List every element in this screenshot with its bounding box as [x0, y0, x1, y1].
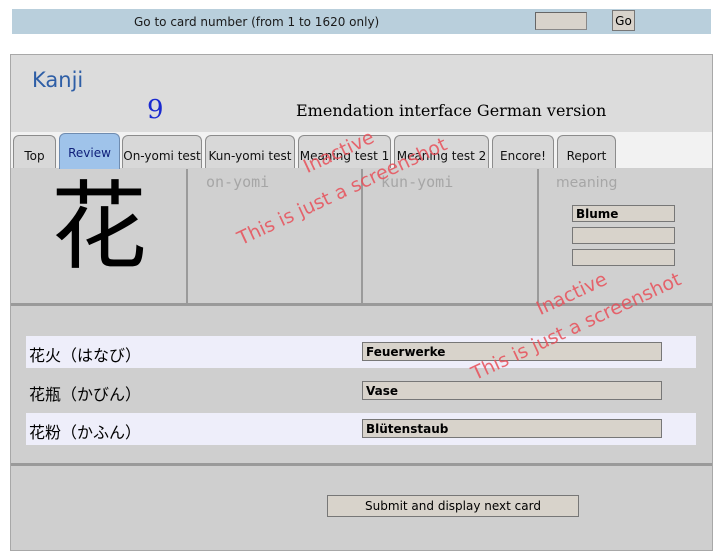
vocab-word: 花粉（かふん） — [29, 423, 142, 442]
interface-title: Emendation interface German version — [296, 101, 607, 120]
tab-on-yomi-test[interactable]: On-yomi test — [122, 135, 202, 168]
vocab-meaning-field[interactable]: Vase — [362, 381, 662, 400]
meaning-field-1[interactable]: Blume — [572, 205, 675, 222]
goto-label: Go to card number (from 1 to 1620 only) — [134, 15, 380, 29]
tab-kun-yomi-test[interactable]: Kun-yomi test — [205, 135, 295, 168]
divider — [11, 303, 712, 306]
kun-yomi-cell: kun-yomi — [363, 169, 539, 304]
tab-encore[interactable]: Encore! — [492, 135, 554, 168]
kanji-character: 花 — [51, 171, 147, 283]
meaning-field-2[interactable] — [572, 227, 675, 244]
page-title: Kanji — [32, 68, 84, 92]
vocab-word: 花火（はなび） — [29, 346, 142, 365]
kanji-cell: 花 — [11, 169, 188, 304]
vocab-meaning-field[interactable]: Feuerwerke — [362, 342, 662, 361]
tab-review[interactable]: Review — [59, 133, 120, 169]
vocab-row: 花火（はなび） Feuerwerke — [26, 336, 696, 368]
meaning-field-3[interactable] — [572, 249, 675, 266]
divider — [11, 463, 712, 466]
goto-bar: Go to card number (from 1 to 1620 only) … — [12, 9, 711, 34]
header: Kanji 9 Emendation interface German vers… — [11, 55, 712, 132]
tab-meaning-test-2[interactable]: Meaning test 2 — [394, 135, 489, 168]
on-yomi-cell: on-yomi — [188, 169, 363, 304]
submit-button[interactable]: Submit and display next card — [327, 495, 579, 517]
tab-report[interactable]: Report — [557, 135, 616, 168]
vocab-row: 花粉（かふん） Blütenstaub — [26, 413, 696, 445]
main-panel: Kanji 9 Emendation interface German vers… — [10, 54, 713, 551]
vocab-row: 花瓶（かびん） Vase — [26, 375, 696, 407]
tab-meaning-test-1[interactable]: Meaning test 1 — [298, 135, 391, 168]
card-number: 9 — [147, 95, 164, 125]
vocab-word: 花瓶（かびん） — [29, 385, 142, 404]
on-yomi-label: on-yomi — [206, 173, 270, 191]
vocab-meaning-field[interactable]: Blütenstaub — [362, 419, 662, 438]
meaning-label: meaning — [556, 175, 618, 191]
card-number-input[interactable] — [535, 12, 587, 30]
tab-top[interactable]: Top — [13, 135, 56, 168]
go-button[interactable]: Go — [612, 10, 635, 31]
kun-yomi-label: kun-yomi — [381, 173, 454, 191]
card-cells: 花 on-yomi kun-yomi meaning Blume — [11, 169, 712, 304]
